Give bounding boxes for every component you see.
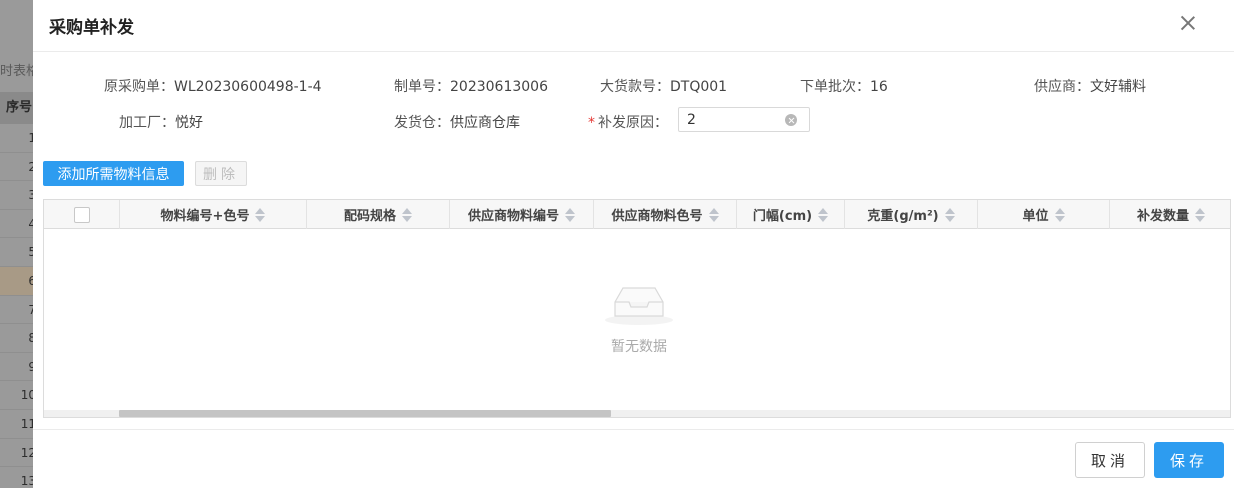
scrollbar-thumb[interactable] (119, 410, 611, 417)
column-header-supplier-color-code[interactable]: 供应商物料色号 (594, 200, 737, 229)
add-material-button[interactable]: 添加所需物料信息 (43, 161, 184, 186)
materials-table: 物料编号+色号 配码规格 供应商物料编号 供应商物料色号 门幅(cm) 克重(g… (43, 199, 1231, 418)
column-header-unit[interactable]: 单位 (978, 200, 1110, 229)
sort-icon[interactable] (1195, 207, 1205, 223)
bulk-style-number-label: 大货款号： (600, 79, 670, 95)
select-all-checkbox[interactable] (73, 206, 90, 223)
column-header-supplier-material-code[interactable]: 供应商物料编号 (450, 200, 594, 229)
column-label: 物料编号+色号 (160, 209, 250, 224)
column-header-material-code[interactable]: 物料编号+色号 (120, 200, 307, 229)
order-batch-info: 下单批次：16 (800, 76, 888, 96)
sort-icon[interactable] (708, 207, 719, 223)
order-number-label: 制单号： (394, 79, 450, 95)
reissue-reason-input[interactable] (687, 108, 787, 131)
order-number-info: 制单号：20230613006 (394, 76, 548, 96)
purchase-order-value: WL20230600498-1-4 (174, 79, 322, 95)
reissue-reason-label: 补发原因： (598, 115, 668, 131)
save-button[interactable]: 保存 (1154, 442, 1224, 478)
supplier-info: 供应商：文好辅料 (1034, 76, 1146, 96)
shipping-warehouse-label: 发货仓： (394, 115, 450, 131)
empty-inbox-icon (605, 287, 673, 325)
header-select-all-cell (44, 200, 120, 229)
column-header-weight[interactable]: 克重(g/m²) (845, 200, 978, 229)
column-label: 单位 (1022, 209, 1049, 224)
factory-label: 加工厂： (119, 115, 175, 131)
clear-icon[interactable] (785, 114, 797, 126)
cancel-button[interactable]: 取消 (1075, 442, 1145, 478)
sort-icon[interactable] (402, 207, 412, 223)
sort-icon[interactable] (1054, 207, 1065, 223)
dialog-header: 采购单补发 (33, 0, 1234, 52)
column-header-width[interactable]: 门幅(cm) (737, 200, 845, 229)
column-label: 配码规格 (343, 209, 396, 224)
sort-icon[interactable] (944, 207, 955, 223)
column-header-size-spec[interactable]: 配码规格 (307, 200, 450, 229)
close-icon[interactable] (1178, 13, 1198, 33)
horizontal-scrollbar[interactable] (44, 410, 1230, 417)
supplier-value: 文好辅料 (1090, 79, 1146, 95)
empty-state: 暂无数据 (574, 282, 704, 356)
order-number-value: 20230613006 (450, 79, 548, 95)
column-header-reissue-quantity[interactable]: 补发数量 (1110, 200, 1230, 229)
dialog-title: 采购单补发 (49, 18, 134, 38)
column-label: 供应商物料编号 (467, 209, 559, 224)
order-batch-label: 下单批次： (800, 79, 870, 95)
column-label: 克重(g/m²) (867, 209, 939, 224)
shipping-warehouse-info: 发货仓：供应商仓库 (394, 112, 520, 132)
shipping-warehouse-value: 供应商仓库 (450, 115, 520, 131)
sort-icon[interactable] (818, 207, 829, 223)
order-batch-value: 16 (870, 79, 888, 95)
column-label: 补发数量 (1136, 209, 1189, 224)
reissue-reason-label-group: * 补发原因： (588, 112, 668, 132)
empty-text: 暂无数据 (611, 339, 667, 355)
purchase-order-label: 原采购单： (104, 79, 174, 95)
purchase-order-info: 原采购单：WL20230600498-1-4 (104, 76, 322, 96)
bulk-style-number-value: DTQ001 (670, 79, 728, 95)
factory-value: 悦好 (175, 115, 203, 131)
delete-button[interactable]: 删除 (195, 161, 247, 186)
reissue-dialog: 采购单补发 原采购单：WL20230600498-1-4 制单号：2023061… (33, 0, 1234, 488)
sort-icon[interactable] (565, 207, 575, 223)
table-header: 物料编号+色号 配码规格 供应商物料编号 供应商物料色号 门幅(cm) 克重(g… (44, 200, 1230, 229)
sort-icon[interactable] (255, 207, 266, 223)
required-mark: * (588, 115, 595, 131)
dialog-footer: 取消 保存 (33, 429, 1234, 488)
factory-info: 加工厂：悦好 (119, 112, 203, 132)
bulk-style-number-info: 大货款号：DTQ001 (600, 76, 727, 96)
supplier-label: 供应商： (1034, 79, 1090, 95)
column-label: 供应商物料色号 (611, 209, 703, 224)
column-label: 门幅(cm) (752, 209, 813, 224)
reissue-reason-field[interactable] (678, 107, 810, 132)
